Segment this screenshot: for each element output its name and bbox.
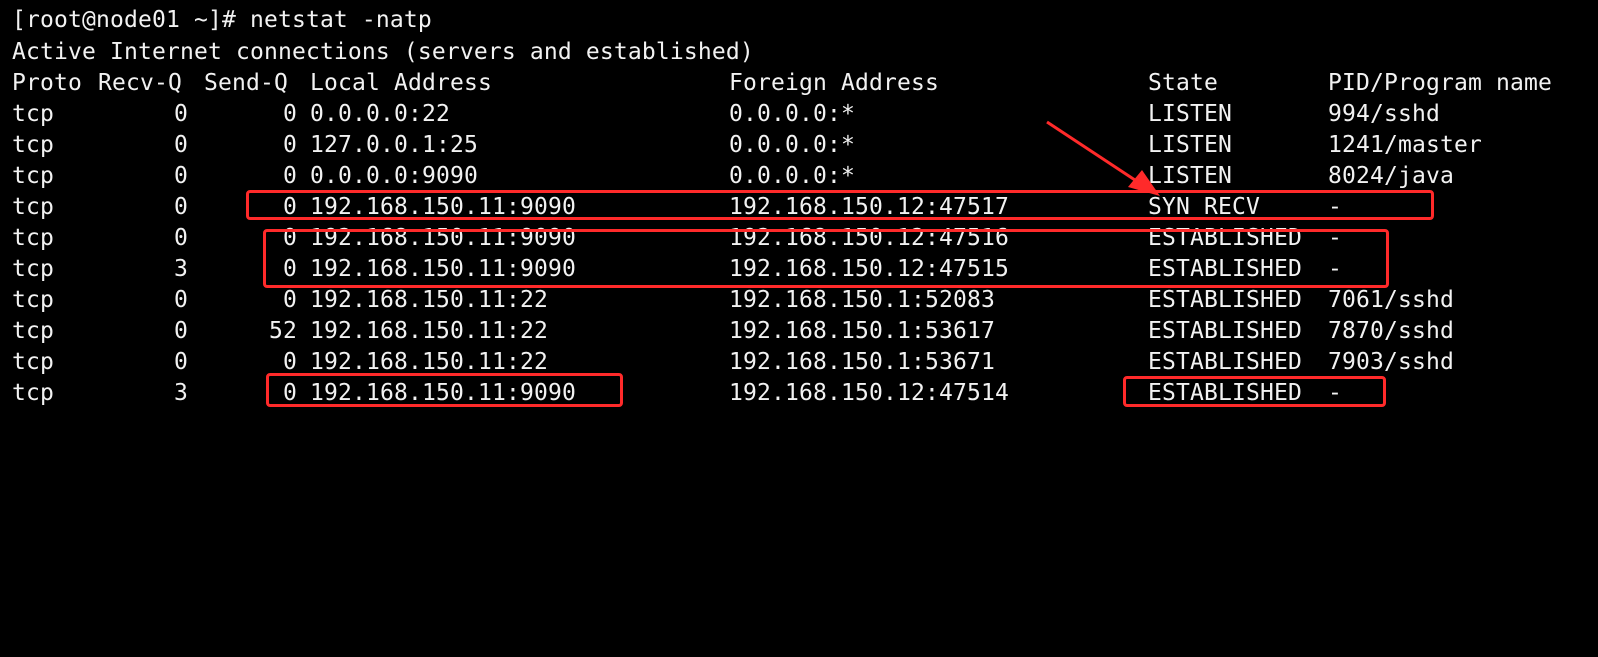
row-pid-program: - — [1328, 194, 1342, 220]
row-local-address: 0.0.0.0:9090 — [310, 163, 478, 189]
row-foreign-address: 192.168.150.12:47514 — [729, 380, 1009, 406]
row-sendq: 0 — [283, 132, 297, 158]
row-recvq: 3 — [174, 380, 188, 406]
row-state: SYN_RECV — [1148, 194, 1260, 220]
row-recvq: 0 — [174, 101, 188, 127]
row-local-address: 192.168.150.11:9090 — [310, 380, 576, 406]
table-row: tcp 0 0 127.0.0.1:25 0.0.0.0:* LISTEN 12… — [12, 130, 1598, 161]
row-sendq: 0 — [283, 287, 297, 313]
row-pid-program: 8024/java — [1328, 163, 1454, 189]
row-proto: tcp — [12, 380, 54, 406]
row-recvq: 0 — [174, 287, 188, 313]
row-pid-program: 994/sshd — [1328, 101, 1440, 127]
row-proto: tcp — [12, 194, 54, 220]
header-sendq: Send-Q — [204, 70, 288, 96]
table-row: tcp 0 0 192.168.150.11:22 192.168.150.1:… — [12, 285, 1598, 316]
row-proto: tcp — [12, 163, 54, 189]
row-proto: tcp — [12, 256, 54, 282]
row-sendq: 0 — [283, 256, 297, 282]
row-foreign-address: 0.0.0.0:* — [729, 101, 855, 127]
row-foreign-address: 192.168.150.12:47516 — [729, 225, 1009, 251]
table-header: Proto Recv-Q Send-Q Local Address Foreig… — [12, 68, 1598, 99]
row-pid-program: - — [1328, 256, 1342, 282]
row-recvq: 0 — [174, 194, 188, 220]
row-sendq: 0 — [283, 349, 297, 375]
table-row: tcp 0 0 0.0.0.0:22 0.0.0.0:* LISTEN 994/… — [12, 99, 1598, 130]
row-local-address: 192.168.150.11:22 — [310, 349, 548, 375]
command-prompt-line: [root@node01 ~]# netstat -natp — [12, 7, 432, 33]
table-row: tcp 0 0 192.168.150.11:9090 192.168.150.… — [12, 192, 1598, 223]
row-sendq: 0 — [283, 101, 297, 127]
row-recvq: 3 — [174, 256, 188, 282]
header-recvq: Recv-Q — [98, 70, 182, 96]
row-proto: tcp — [12, 225, 54, 251]
table-row: tcp 0 52 192.168.150.11:22 192.168.150.1… — [12, 316, 1598, 347]
row-state: LISTEN — [1148, 101, 1232, 127]
row-sendq: 0 — [283, 163, 297, 189]
row-sendq: 0 — [283, 194, 297, 220]
row-local-address: 0.0.0.0:22 — [310, 101, 450, 127]
table-row: tcp 3 0 192.168.150.11:9090 192.168.150.… — [12, 378, 1598, 409]
row-local-address: 192.168.150.11:22 — [310, 287, 548, 313]
row-local-address: 127.0.0.1:25 — [310, 132, 478, 158]
row-state: LISTEN — [1148, 163, 1232, 189]
row-foreign-address: 0.0.0.0:* — [729, 163, 855, 189]
header-foreign-address: Foreign Address — [729, 70, 939, 96]
row-foreign-address: 192.168.150.1:53671 — [729, 349, 995, 375]
netstat-summary-line: Active Internet connections (servers and… — [12, 39, 754, 65]
row-local-address: 192.168.150.11:9090 — [310, 256, 576, 282]
row-foreign-address: 192.168.150.1:53617 — [729, 318, 995, 344]
row-local-address: 192.168.150.11:9090 — [310, 194, 576, 220]
row-state: ESTABLISHED — [1148, 349, 1302, 375]
row-recvq: 0 — [174, 349, 188, 375]
header-pid-program: PID/Program name — [1328, 70, 1552, 96]
header-proto: Proto — [12, 70, 82, 96]
table-row: tcp 0 0 0.0.0.0:9090 0.0.0.0:* LISTEN 80… — [12, 161, 1598, 192]
row-sendq: 52 — [269, 318, 297, 344]
row-recvq: 0 — [174, 225, 188, 251]
terminal-window[interactable]: [root@node01 ~]# netstat -natp Active In… — [0, 0, 1598, 416]
row-local-address: 192.168.150.11:9090 — [310, 225, 576, 251]
row-state: LISTEN — [1148, 132, 1232, 158]
table-row: tcp 3 0 192.168.150.11:9090 192.168.150.… — [12, 254, 1598, 285]
row-recvq: 0 — [174, 132, 188, 158]
row-recvq: 0 — [174, 163, 188, 189]
table-row: tcp 0 0 192.168.150.11:22 192.168.150.1:… — [12, 347, 1598, 378]
row-state: ESTABLISHED — [1148, 318, 1302, 344]
row-foreign-address: 0.0.0.0:* — [729, 132, 855, 158]
row-pid-program: 7903/sshd — [1328, 349, 1454, 375]
row-foreign-address: 192.168.150.1:52083 — [729, 287, 995, 313]
row-local-address: 192.168.150.11:22 — [310, 318, 548, 344]
row-recvq: 0 — [174, 318, 188, 344]
row-foreign-address: 192.168.150.12:47515 — [729, 256, 1009, 282]
row-pid-program: 7061/sshd — [1328, 287, 1454, 313]
row-proto: tcp — [12, 132, 54, 158]
row-state: ESTABLISHED — [1148, 225, 1302, 251]
row-foreign-address: 192.168.150.12:47517 — [729, 194, 1009, 220]
header-local-address: Local Address — [310, 70, 492, 96]
row-sendq: 0 — [283, 380, 297, 406]
row-proto: tcp — [12, 287, 54, 313]
header-state: State — [1148, 70, 1218, 96]
row-pid-program: - — [1328, 380, 1342, 406]
row-pid-program: 1241/master — [1328, 132, 1482, 158]
row-state: ESTABLISHED — [1148, 380, 1302, 406]
row-pid-program: - — [1328, 225, 1342, 251]
row-state: ESTABLISHED — [1148, 256, 1302, 282]
row-proto: tcp — [12, 349, 54, 375]
table-row: tcp 0 0 192.168.150.11:9090 192.168.150.… — [12, 223, 1598, 254]
row-proto: tcp — [12, 318, 54, 344]
row-state: ESTABLISHED — [1148, 287, 1302, 313]
row-sendq: 0 — [283, 225, 297, 251]
row-pid-program: 7870/sshd — [1328, 318, 1454, 344]
row-proto: tcp — [12, 101, 54, 127]
